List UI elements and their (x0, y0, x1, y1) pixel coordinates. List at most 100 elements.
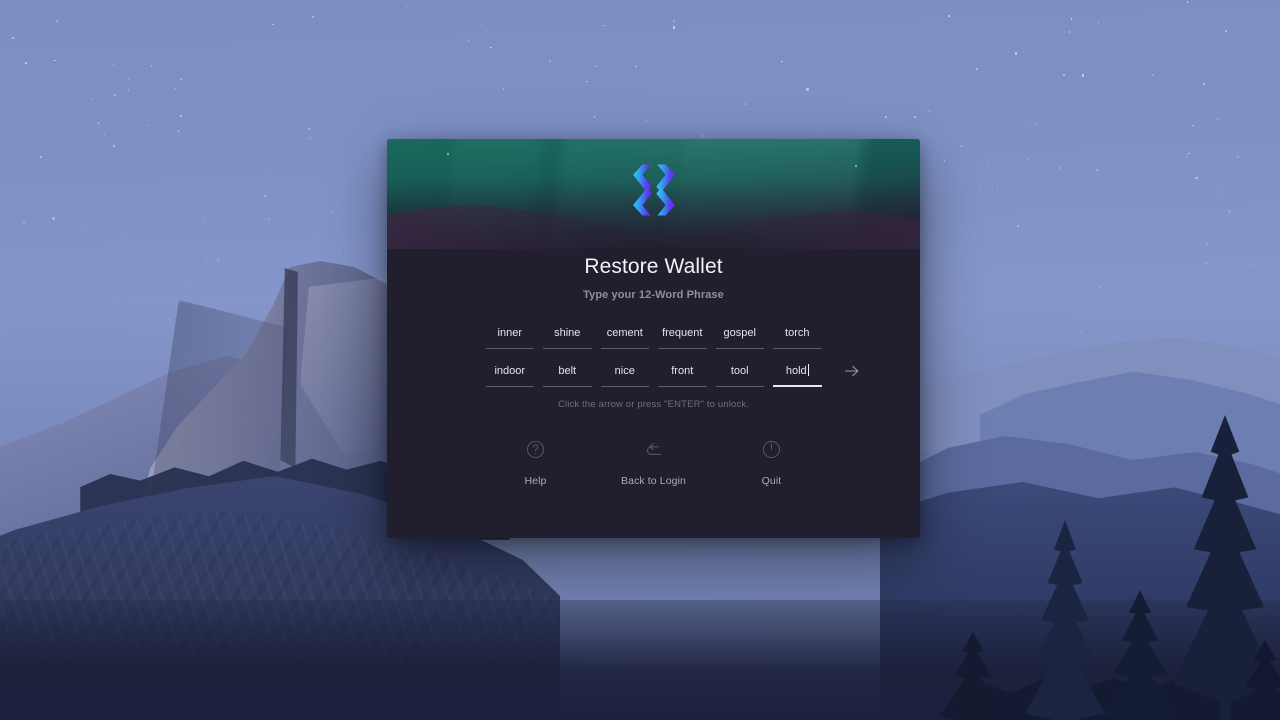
star (593, 116, 596, 118)
star (268, 170, 271, 172)
star (338, 248, 340, 251)
action-button-help[interactable]: Help (477, 434, 595, 487)
star (1070, 18, 1073, 20)
star (914, 116, 916, 118)
star (54, 59, 56, 62)
seed-word-input-12[interactable]: hold (773, 361, 822, 388)
action-button-back-to-login[interactable]: Back to Login (595, 434, 713, 487)
seed-word-input-1[interactable]: inner (485, 323, 534, 350)
star (1121, 304, 1124, 307)
seed-word-input-11[interactable]: tool (715, 361, 764, 388)
star (12, 37, 14, 39)
star (1239, 218, 1242, 222)
star (595, 65, 597, 68)
seed-word-input-5[interactable]: gospel (715, 323, 764, 350)
star (1089, 222, 1091, 225)
star (806, 88, 809, 91)
star (480, 23, 483, 26)
power-icon (757, 434, 787, 464)
action-button-quit[interactable]: Quit (713, 434, 831, 487)
star (1252, 264, 1254, 266)
star (1224, 30, 1227, 32)
dialog-title-block: Restore Wallet Type your 12-Word Phrase (387, 254, 920, 301)
star (150, 65, 153, 67)
action-label: Back to Login (621, 475, 686, 488)
star (1186, 156, 1188, 158)
star (405, 5, 408, 8)
seed-word-value: gospel (723, 327, 756, 340)
unlock-hint: Click the arrow or press "ENTER" to unlo… (557, 399, 750, 411)
star (308, 128, 310, 130)
star (127, 89, 130, 92)
star (55, 20, 58, 22)
star (268, 218, 270, 220)
arrow-right-icon[interactable] (841, 360, 863, 382)
question-circle-icon (521, 434, 551, 464)
seed-word-value: belt (558, 365, 577, 378)
seed-word-value: shine (554, 327, 581, 340)
star (1228, 210, 1231, 213)
star (52, 217, 55, 220)
star (264, 194, 266, 197)
star (113, 71, 116, 74)
star (996, 185, 999, 187)
star (672, 26, 675, 29)
star (1060, 233, 1063, 236)
star (217, 258, 220, 261)
star (168, 318, 170, 320)
star (490, 46, 492, 49)
seed-word-input-10[interactable]: front (658, 361, 707, 388)
star (113, 145, 115, 147)
star (85, 228, 87, 230)
star (1059, 167, 1061, 169)
seed-word-input-8[interactable]: belt (543, 361, 592, 388)
star (948, 15, 950, 17)
star (1240, 233, 1243, 236)
star (586, 80, 588, 83)
seed-word-value: front (671, 365, 694, 378)
star (885, 116, 887, 118)
seed-word-input-9[interactable]: nice (600, 361, 649, 388)
star (56, 146, 59, 149)
star (124, 237, 126, 240)
exodus-x-logo (625, 161, 683, 219)
seed-word-input-7[interactable]: indoor (485, 361, 534, 388)
seed-word-input-3[interactable]: cement (600, 323, 649, 350)
star (1080, 331, 1082, 333)
star (1062, 74, 1065, 77)
star (1035, 123, 1038, 126)
page-title: Restore Wallet (584, 255, 723, 278)
star (103, 133, 106, 136)
star (701, 135, 703, 137)
star (1017, 225, 1019, 227)
seed-phrase-grid: inner shine cement frequent gospel torch indoo… (485, 323, 822, 388)
action-label: Quit (761, 475, 782, 488)
star (943, 159, 946, 162)
star (312, 15, 314, 18)
page-subtitle: Type your 12-Word Phrase (583, 289, 724, 302)
star (879, 80, 882, 83)
seed-word-value: tool (730, 365, 749, 378)
star (127, 78, 130, 81)
star (189, 286, 191, 289)
star (467, 40, 470, 43)
star (928, 110, 931, 112)
seed-word-value: hold (785, 365, 807, 378)
seed-word-input-6[interactable]: torch (773, 323, 822, 350)
star (1215, 190, 1218, 193)
seed-word-row: inner shine cement frequent gospel torch (485, 323, 822, 350)
star (1061, 280, 1063, 283)
seed-word-value: frequent (662, 327, 703, 340)
seed-word-input-2[interactable]: shine (543, 323, 592, 350)
seed-word-value: indoor (494, 365, 526, 378)
star (1217, 118, 1219, 120)
star (1097, 21, 1100, 24)
star (817, 133, 820, 136)
star (645, 120, 648, 122)
seed-word-input-4[interactable]: frequent (658, 323, 707, 350)
star (1152, 74, 1154, 77)
star (97, 122, 100, 124)
star (1027, 158, 1030, 160)
star (313, 237, 316, 240)
star (1206, 242, 1209, 246)
